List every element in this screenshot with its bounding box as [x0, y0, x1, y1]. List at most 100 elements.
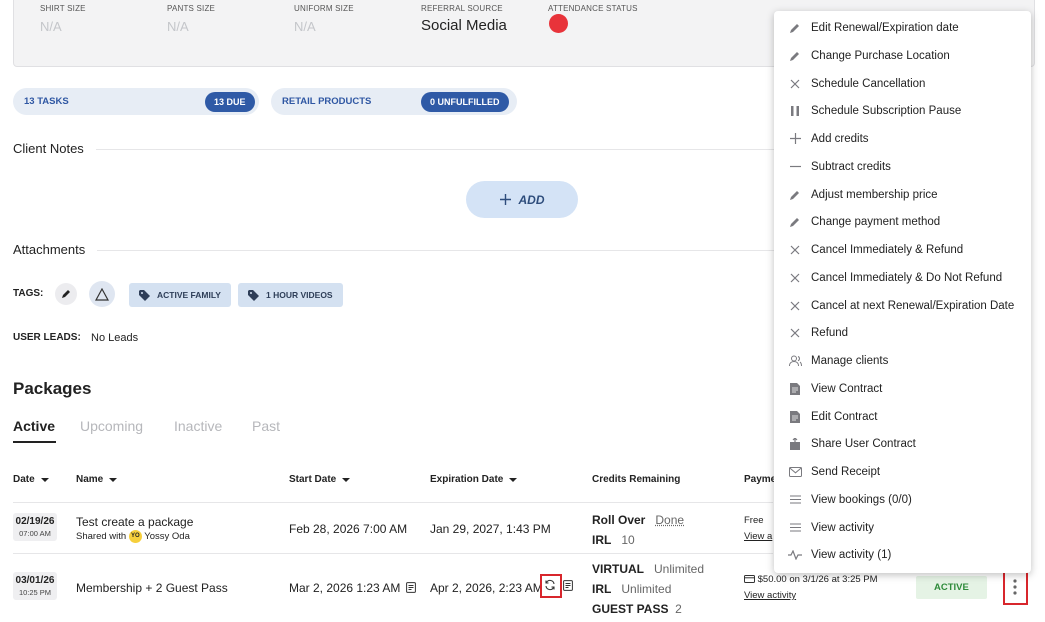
sort-caret-icon — [109, 477, 118, 482]
credit-card-icon — [744, 575, 755, 583]
credit-value: Unlimited — [654, 562, 705, 576]
attendance-status-indicator — [549, 14, 568, 33]
menu-item-add-credits[interactable]: Add credits — [774, 125, 1031, 152]
menu-item-edit-renewal[interactable]: Edit Renewal/Expiration date — [774, 14, 1031, 41]
uniform-size-label: UNIFORM SIZE — [294, 4, 354, 13]
payment-text: $50.00 on 3/1/26 at 3:25 PM — [757, 574, 878, 585]
x-icon — [788, 326, 802, 340]
note-icon[interactable] — [563, 580, 573, 591]
view-activity-link[interactable]: View activity — [744, 590, 796, 601]
payment-info: Free — [744, 515, 764, 526]
menu-item-label: View activity (1) — [811, 548, 892, 561]
menu-item-change-purchase-location[interactable]: Change Purchase Location — [774, 42, 1031, 69]
view-activity-link[interactable]: View a — [744, 531, 772, 542]
document-icon — [788, 382, 802, 396]
edit-tags-button[interactable] — [55, 283, 77, 305]
menu-item-change-payment-method[interactable]: Change payment method — [774, 208, 1031, 235]
shared-with-name[interactable]: Yossy Oda — [144, 531, 190, 542]
menu-item-subtract-credits[interactable]: Subtract credits — [774, 153, 1031, 180]
package-name[interactable]: Test create a package — [76, 515, 193, 529]
referral-source-value: Social Media — [421, 17, 507, 34]
menu-item-label: Refund — [811, 326, 849, 339]
column-credits-label: Credits Remaining — [592, 474, 681, 485]
menu-item-schedule-pause[interactable]: Schedule Subscription Pause — [774, 97, 1031, 124]
warning-tag-button[interactable] — [89, 281, 115, 307]
credit-value: 10 — [621, 533, 635, 547]
credits-line: IRL 10 — [592, 533, 635, 547]
menu-item-label: Cancel Immediately & Refund — [811, 243, 964, 256]
column-start-date-label: Start Date — [289, 474, 337, 485]
credit-value: 2 — [675, 602, 682, 616]
tab-active[interactable]: Active — [13, 418, 55, 434]
pencil-icon — [788, 188, 802, 202]
column-name[interactable]: Name — [76, 474, 118, 485]
users-icon — [788, 354, 802, 368]
menu-item-share-contract[interactable]: Share User Contract — [774, 430, 1031, 457]
payment-info: $50.00 on 3/1/26 at 3:25 PM — [744, 574, 878, 585]
tag-active-family[interactable]: ACTIVE FAMILY — [129, 283, 231, 307]
pause-icon — [788, 104, 802, 118]
menu-item-view-bookings[interactable]: View bookings (0/0) — [774, 486, 1031, 513]
menu-item-edit-contract[interactable]: Edit Contract — [774, 403, 1031, 430]
avatar: YO — [128, 530, 142, 543]
credits-line: IRL Unlimited — [592, 582, 671, 596]
sort-caret-icon — [40, 477, 49, 482]
menu-item-schedule-cancellation[interactable]: Schedule Cancellation — [774, 70, 1031, 97]
tab-inactive[interactable]: Inactive — [174, 418, 222, 434]
tab-upcoming[interactable]: Upcoming — [80, 418, 143, 434]
tags-label: TAGS: — [13, 288, 44, 299]
menu-item-label: Change Purchase Location — [811, 49, 950, 62]
attachments-divider — [97, 250, 776, 251]
pencil-icon — [62, 290, 70, 298]
menu-item-cancel-no-refund[interactable]: Cancel Immediately & Do Not Refund — [774, 264, 1031, 291]
menu-item-view-activity-count[interactable]: View activity (1) — [774, 541, 1031, 568]
pencil-icon — [788, 215, 802, 229]
tag-1-hour-videos[interactable]: 1 HOUR VIDEOS — [238, 283, 343, 307]
retail-products-label: RETAIL PRODUCTS — [282, 96, 372, 107]
shared-with: Shared with YO Yossy Oda — [76, 530, 190, 543]
tag-icon — [139, 289, 150, 301]
column-start-date[interactable]: Start Date — [289, 474, 351, 485]
user-leads-label: USER LEADS: — [13, 332, 81, 343]
pencil-icon — [788, 21, 802, 35]
expiration-date: Apr 2, 2026, 2:23 AM — [430, 581, 543, 595]
minus-icon — [788, 160, 802, 174]
package-name[interactable]: Membership + 2 Guest Pass — [76, 581, 228, 595]
row-date-chip: 02/19/26 07:00 AM — [13, 513, 57, 541]
column-expiration-date[interactable]: Expiration Date — [430, 474, 518, 485]
start-date: Mar 2, 2026 1:23 AM — [289, 581, 416, 595]
row-date-chip: 03/01/26 10:25 PM — [13, 572, 57, 600]
column-payment-label: Payme — [744, 474, 777, 485]
menu-item-label: Cancel at next Renewal/Expiration Date — [811, 299, 1015, 312]
menu-item-label: Cancel Immediately & Do Not Refund — [811, 271, 1003, 284]
status-badge: ACTIVE — [916, 576, 987, 599]
credit-value: Unlimited — [621, 582, 672, 596]
menu-item-label: Share User Contract — [811, 437, 916, 450]
column-date[interactable]: Date — [13, 474, 49, 485]
shared-with-prefix: Shared with — [76, 531, 127, 543]
tag-label: 1 HOUR VIDEOS — [266, 290, 333, 300]
credit-value: Done — [655, 513, 685, 527]
row-divider — [13, 553, 773, 554]
expiration-date: Jan 29, 2027, 1:43 PM — [430, 522, 551, 536]
menu-item-label: Add credits — [811, 132, 869, 145]
shirt-size-label: SHIRT SIZE — [40, 4, 86, 13]
menu-item-manage-clients[interactable]: Manage clients — [774, 347, 1031, 374]
menu-item-cancel-refund[interactable]: Cancel Immediately & Refund — [774, 236, 1031, 263]
note-icon[interactable] — [405, 582, 416, 593]
envelope-icon — [788, 465, 802, 479]
menu-item-view-contract[interactable]: View Contract — [774, 375, 1031, 402]
row-time: 07:00 AM — [19, 529, 51, 538]
x-icon — [788, 299, 802, 313]
menu-item-view-activity[interactable]: View activity — [774, 514, 1031, 541]
add-note-button[interactable]: ADD — [466, 181, 578, 218]
menu-item-adjust-price[interactable]: Adjust membership price — [774, 181, 1031, 208]
row-actions-button[interactable] — [1006, 574, 1023, 600]
auto-renew-icon[interactable] — [544, 579, 556, 591]
menu-item-send-receipt[interactable]: Send Receipt — [774, 458, 1031, 485]
tab-past[interactable]: Past — [252, 418, 280, 434]
shirt-size-value: N/A — [40, 19, 62, 34]
document-icon — [788, 410, 802, 424]
menu-item-cancel-at-renewal[interactable]: Cancel at next Renewal/Expiration Date — [774, 292, 1031, 319]
menu-item-refund[interactable]: Refund — [774, 319, 1031, 346]
